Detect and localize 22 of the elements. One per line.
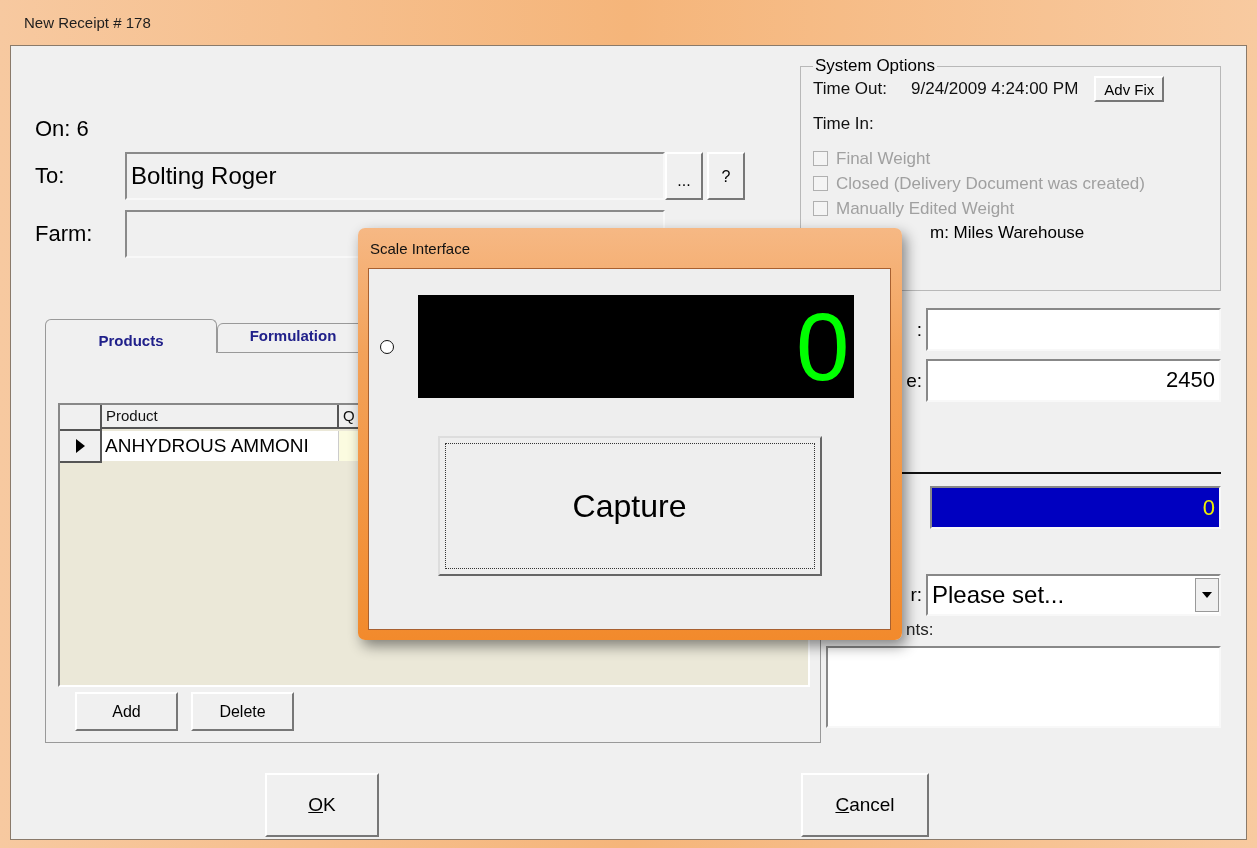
field-label: nts: xyxy=(906,620,935,640)
on-value: 6 xyxy=(76,116,89,142)
checkbox-label: Closed (Delivery Document was created) xyxy=(836,173,1145,194)
on-label: On: xyxy=(35,116,71,142)
dropdown-value: Please set... xyxy=(932,581,1065,609)
field-label: : xyxy=(916,318,922,341)
field-label: r: xyxy=(910,584,922,606)
scale-display: 0 xyxy=(417,295,854,398)
time-out-label: Time Out: xyxy=(813,79,887,99)
to-label: To: xyxy=(35,163,66,189)
location-text: m: Miles Warehouse xyxy=(930,223,1085,243)
field-label: e: xyxy=(906,369,922,392)
time-out-value: 9/24/2009 4:24:00 PM xyxy=(911,79,1079,99)
group-title: System Options xyxy=(814,56,936,76)
window-title: New Receipt # 178 xyxy=(23,14,151,31)
time-in-label: Time In: xyxy=(813,114,874,134)
checkbox-label: Manually Edited Weight xyxy=(836,198,1015,219)
table-cell: ANHYDROUS AMMONI xyxy=(102,431,339,461)
farm-label: Farm: xyxy=(35,221,94,247)
checkbox-label: Final Weight xyxy=(836,148,931,169)
dialog-title: Scale Interface xyxy=(369,239,471,257)
weight-readout: 0 xyxy=(930,486,1221,529)
